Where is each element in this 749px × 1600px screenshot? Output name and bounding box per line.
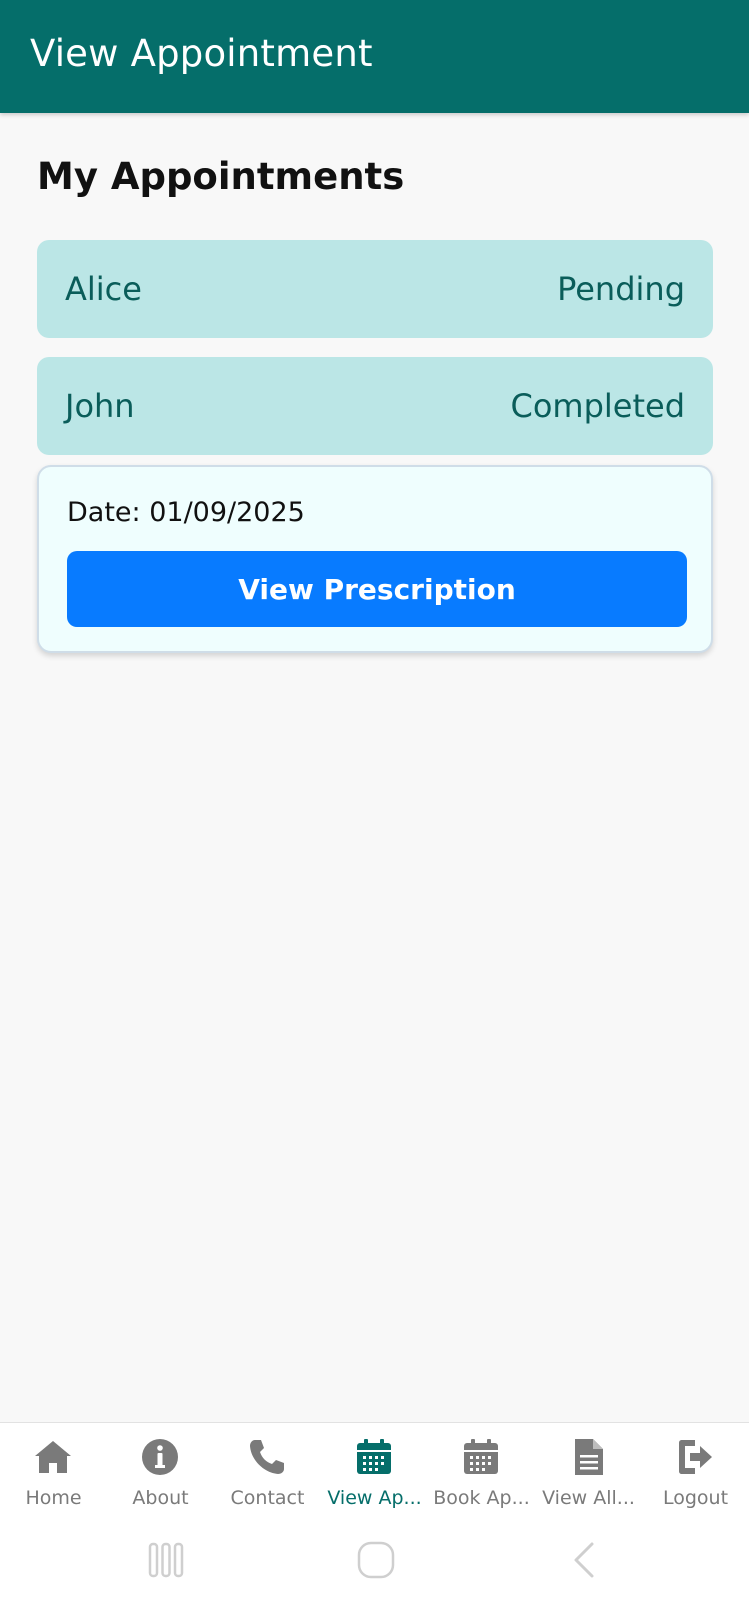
calendar-icon <box>357 1439 391 1474</box>
home-icon <box>35 1441 71 1473</box>
document-icon <box>575 1439 603 1475</box>
logout-icon <box>679 1440 712 1474</box>
appointment-patient-name: John <box>65 387 135 425</box>
appointment-date: Date: 01/09/2025 <box>67 497 305 528</box>
appointment-row-john[interactable]: John Completed <box>37 357 713 455</box>
app-bar-title: View Appointment <box>30 32 373 75</box>
nav-label: Book Ap... <box>433 1487 530 1509</box>
appointment-status: Pending <box>557 270 685 308</box>
nav-item-about[interactable]: About <box>107 1423 214 1523</box>
info-icon <box>142 1439 178 1475</box>
nav-label: Logout <box>662 1487 729 1509</box>
home-button-icon[interactable] <box>354 1540 398 1580</box>
nav-label: Contact <box>230 1487 305 1509</box>
appointment-patient-name: Alice <box>65 270 142 308</box>
nav-item-view-all[interactable]: View All... <box>535 1423 642 1523</box>
bottom-navigation: Home About Contact View Ap... Book Ap...… <box>0 1422 749 1522</box>
appointment-status: Completed <box>510 387 685 425</box>
nav-label: Home <box>25 1487 82 1509</box>
calendar-icon <box>464 1439 498 1474</box>
back-icon[interactable] <box>564 1540 608 1580</box>
nav-label: View All... <box>542 1487 635 1509</box>
appointment-details-card: Date: 01/09/2025 View Prescription <box>37 465 713 653</box>
nav-label: About <box>132 1487 189 1509</box>
nav-label: View Ap... <box>327 1487 422 1509</box>
nav-item-contact[interactable]: Contact <box>214 1423 321 1523</box>
view-prescription-button[interactable]: View Prescription <box>67 551 687 627</box>
recents-icon[interactable] <box>144 1540 188 1580</box>
app-bar: View Appointment <box>0 0 749 113</box>
section-title: My Appointments <box>37 155 405 198</box>
nav-item-book-appointment[interactable]: Book Ap... <box>428 1423 535 1523</box>
nav-item-view-appointment[interactable]: View Ap... <box>321 1423 428 1523</box>
phone-icon <box>250 1440 284 1474</box>
appointment-row-alice[interactable]: Alice Pending <box>37 240 713 338</box>
system-navigation-bar <box>0 1522 749 1600</box>
nav-item-logout[interactable]: Logout <box>642 1423 749 1523</box>
nav-item-home[interactable]: Home <box>0 1423 107 1523</box>
